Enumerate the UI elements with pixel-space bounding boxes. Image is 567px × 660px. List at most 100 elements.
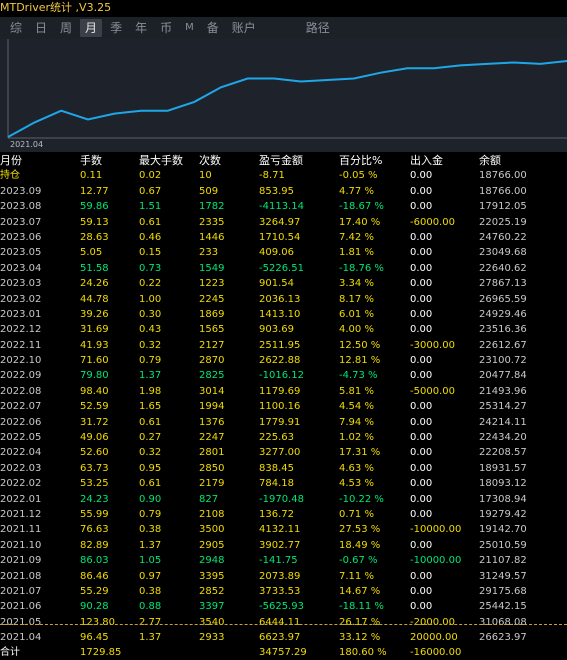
table-cell: 71.60 (80, 355, 109, 367)
tab-3[interactable]: 月 (80, 19, 103, 37)
table-row[interactable]: 2022.06 31.72 0.61 1376 1779.91 7.94 % 0.00 242… (0, 415, 567, 430)
table-row[interactable]: 2023.05 5.05 0.15 233 409.06 1.81 % 0.00 23049.… (0, 245, 567, 260)
table-cell: 0.61 (139, 216, 162, 228)
table-cell: -5000.00 (410, 385, 455, 397)
table-row[interactable]: 2023.04 51.58 0.73 1549 -5226.51 -18.76 % 0.00… (0, 261, 567, 276)
table-cell: 2022.12 (0, 324, 42, 336)
table-row[interactable]: 2022.02 53.25 0.61 2179 784.18 4.53 % 0.00 1809… (0, 476, 567, 491)
table-cell: 2023.01 (0, 308, 42, 320)
table-row[interactable]: 2022.07 52.59 1.65 1994 1100.16 4.54 % 0.00 253… (0, 399, 567, 414)
table-cell: 22612.67 (479, 339, 527, 351)
table-cell: 0.02 (139, 170, 162, 182)
table-cell: 0.97 (139, 570, 162, 582)
tab-1[interactable]: 日 (30, 19, 52, 37)
table-cell: 2852 (199, 585, 225, 597)
table-cell: 0.32 (139, 339, 162, 351)
table-cell: 55.99 (80, 508, 109, 520)
table-cell: 0.00 (410, 493, 433, 505)
table-cell: 63.73 (80, 462, 109, 474)
table-row[interactable]: 2021.10 82.89 1.37 2905 3902.77 18.49 % 0.00 25… (0, 538, 567, 553)
table-row[interactable]: 2023.06 28.63 0.46 1446 1710.54 7.42 % 0.00 247… (0, 230, 567, 245)
table-row[interactable]: 2023.08 59.86 1.51 1782 -4113.14 -18.67 % 0.00… (0, 199, 567, 214)
table-cell: 2825 (199, 370, 225, 382)
tab-10[interactable]: 路径 (301, 19, 335, 37)
table-row[interactable]: 2021.08 86.46 0.97 3395 2073.89 7.11 % 0.00 312… (0, 569, 567, 584)
table-cell: 17.40 % (339, 216, 381, 228)
table-cell: 1994 (199, 401, 225, 413)
table-row[interactable]: 2023.01 39.26 0.30 1869 1413.10 6.01 % 0.00 249… (0, 307, 567, 322)
table-cell: 2022.11 (0, 339, 42, 351)
table-cell: 0.32 (139, 447, 162, 459)
table-row[interactable]: 2022.01 24.23 0.90 827 -1970.48 -10.22 % 0.00 1… (0, 492, 567, 507)
tab-7[interactable]: M (180, 19, 199, 37)
table-cell: 903.69 (259, 324, 294, 336)
table-cell: 2021.08 (0, 570, 42, 582)
tab-6[interactable]: 币 (155, 19, 177, 37)
tab-8[interactable]: 备 (202, 19, 224, 37)
table-cell: 0.00 (410, 355, 433, 367)
total-cell: -16000.00 (410, 646, 462, 658)
table-cell: 5.05 (80, 247, 103, 259)
table-row[interactable]: 2023.02 44.78 1.00 2245 2036.13 8.17 % 0.00 269… (0, 292, 567, 307)
table-cell: 26965.59 (479, 293, 527, 305)
table-cell: 0.67 (139, 185, 162, 197)
table-row[interactable]: 2022.12 31.69 0.43 1565 903.69 4.00 % 0.00 2351… (0, 322, 567, 337)
column-header: 余额 (479, 154, 501, 167)
table-row[interactable]: 2022.04 52.60 0.32 2801 3277.00 17.31 % 0.00 22… (0, 445, 567, 460)
column-header: 百分比% (339, 154, 383, 167)
table-row[interactable]: 2023.03 24.26 0.22 1223 901.54 3.34 % 0.00 2786… (0, 276, 567, 291)
tab-9[interactable]: 账户 (227, 19, 261, 37)
total-row: 合计 1729.85 34757.29 180.60 % -16000.00 (0, 646, 567, 660)
table-cell: 12.81 % (339, 355, 381, 367)
table-cell: 2022.10 (0, 355, 42, 367)
table-row[interactable]: 持仓 0.11 0.02 10 -8.71 -0.05 % 0.00 18766.00 (0, 168, 567, 183)
table-cell: 2073.89 (259, 570, 301, 582)
table-cell: 0.00 (410, 570, 433, 582)
table-row[interactable]: 2023.07 59.13 0.61 2335 3264.97 17.40 % -6000.… (0, 215, 567, 230)
table-cell: -10000.00 (410, 555, 462, 567)
table-cell: 2022.09 (0, 370, 42, 382)
table-cell: 838.45 (259, 462, 294, 474)
table-cell: 0.00 (410, 231, 433, 243)
table-row[interactable]: 2021.07 55.29 0.38 2852 3733.53 14.67 % 0.00 29… (0, 584, 567, 599)
table-cell: 1.98 (139, 385, 162, 397)
column-header: 盈亏金额 (259, 154, 303, 167)
table-cell: 17.31 % (339, 447, 381, 459)
table-cell: 27.53 % (339, 524, 381, 536)
table-row[interactable]: 2022.10 71.60 0.79 2870 2622.88 12.81 % 0.00 23… (0, 353, 567, 368)
tab-2[interactable]: 周 (55, 19, 77, 37)
table-cell: 1223 (199, 278, 225, 290)
table-cell: -3000.00 (410, 339, 455, 351)
table-row[interactable]: 2021.04 96.45 1.37 2933 6623.97 33.12 % 20000.… (0, 630, 567, 645)
tab-5[interactable]: 年 (130, 19, 152, 37)
table-cell: 1100.16 (259, 401, 301, 413)
table-cell: 0.00 (410, 324, 433, 336)
table-row[interactable]: 2021.09 86.03 1.05 2948 -141.75 -0.67 % -10000… (0, 553, 567, 568)
table-row[interactable]: 2023.09 12.77 0.67 509 853.95 4.77 % 0.00 18766… (0, 184, 567, 199)
table-row[interactable]: 2022.09 79.80 1.37 2825 -1016.12 -4.73 % 0.00 2… (0, 368, 567, 383)
table-cell: 0.61 (139, 478, 162, 490)
table-cell: 24929.46 (479, 308, 527, 320)
table-cell: -18.76 % (339, 262, 384, 274)
table-cell: 12.77 (80, 185, 109, 197)
table-cell: 2335 (199, 216, 225, 228)
table-cell: 0.00 (410, 416, 433, 428)
table-row[interactable]: 2022.08 98.40 1.98 3014 1179.69 5.81 % -5000.0… (0, 384, 567, 399)
table-cell: 901.54 (259, 278, 294, 290)
table-cell: 0.30 (139, 308, 162, 320)
tab-4[interactable]: 季 (105, 19, 127, 37)
table-cell: 0.00 (410, 201, 433, 213)
table-cell: 51.58 (80, 262, 109, 274)
table-row[interactable]: 2021.06 90.28 0.88 3397 -5625.93 -18.11 % 0.00… (0, 599, 567, 614)
table-cell: 24214.11 (479, 416, 527, 428)
table-row[interactable]: 2022.05 49.06 0.27 2247 225.63 1.02 % 0.00 2243… (0, 430, 567, 445)
table-row[interactable]: 2022.03 63.73 0.95 2850 838.45 4.63 % 0.00 1893… (0, 461, 567, 476)
table-cell: 1869 (199, 308, 225, 320)
table-row[interactable]: 2021.11 76.63 0.38 3500 4132.11 27.53 % -10000… (0, 522, 567, 537)
table-row[interactable]: 2022.11 41.93 0.32 2127 2511.95 12.50 % -3000.… (0, 338, 567, 353)
table-cell: 1549 (199, 262, 225, 274)
chart-start-date: 2021.04 (10, 140, 44, 149)
table-row[interactable]: 2021.12 55.99 0.79 2108 136.72 0.71 % 0.00 1927… (0, 507, 567, 522)
tab-0[interactable]: 综 (5, 19, 27, 37)
table-cell: 0.79 (139, 355, 162, 367)
